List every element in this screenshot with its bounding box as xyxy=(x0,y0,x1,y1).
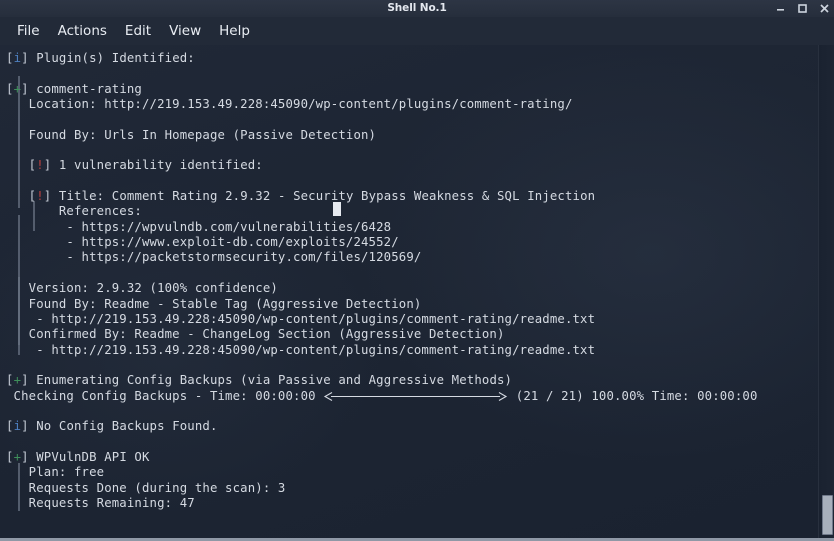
menu-item-file[interactable]: File xyxy=(8,21,49,41)
terminal-line: References: xyxy=(6,204,758,219)
terminal-line: Location: http://219.153.49.228:45090/wp… xyxy=(6,97,758,112)
terminal-line-text: comment-rating xyxy=(28,81,142,96)
terminal-line: [i] No Config Backups Found. xyxy=(6,419,758,434)
terminal-line-text: Requests Remaining: 47 xyxy=(6,495,195,510)
terminal-output-area[interactable]: [i] Plugin(s) Identified: [+] comment-ra… xyxy=(0,45,834,541)
terminal-line-text: Requests Done (during the scan): 3 xyxy=(6,480,286,495)
scrollbar-thumb[interactable] xyxy=(822,495,833,535)
marker-bracket: ] xyxy=(21,51,29,65)
marker-glyph-plus: + xyxy=(13,373,22,388)
terminal-line: - https://packetstormsecurity.com/files/… xyxy=(6,250,758,265)
terminal-line-text: References: xyxy=(6,204,142,219)
marker-glyph-warn: ! xyxy=(36,158,44,173)
terminal-window: Shell No.1 File Actions Edit View Help [… xyxy=(0,0,834,541)
terminal-line-text: Found By: Readme - Stable Tag (Aggressiv… xyxy=(6,296,422,311)
marker-glyph-info: i xyxy=(13,51,22,65)
close-icon[interactable] xyxy=(819,3,830,14)
terminal-line: [+] Enumerating Config Backups (via Pass… xyxy=(6,373,758,388)
marker-bracket: ] xyxy=(21,449,29,464)
menu-item-help[interactable]: Help xyxy=(210,21,259,41)
terminal-line: Checking Config Backups - Time: 00:00:00… xyxy=(6,389,758,404)
terminal-line-text: Plugin(s) Identified: xyxy=(28,51,195,65)
terminal-line-text: Confirmed By: Readme - ChangeLog Section… xyxy=(6,327,505,342)
terminal-line-text: 1 vulnerability identified: xyxy=(51,158,263,173)
marker-glyph-plus: + xyxy=(13,449,22,464)
menu-item-actions[interactable]: Actions xyxy=(49,21,116,41)
text-cursor xyxy=(333,202,341,216)
window-controls xyxy=(775,0,830,17)
terminal-line: Requests Done (during the scan): 3 xyxy=(6,481,758,496)
terminal-line: - https://www.exploit-db.com/exploits/24… xyxy=(6,235,758,250)
marker-glyph-warn: ! xyxy=(36,189,44,204)
terminal-line-text: - https://www.exploit-db.com/exploits/24… xyxy=(6,235,399,250)
terminal-line: Version: 2.9.32 (100% confidence) xyxy=(6,281,758,296)
terminal-line: Requests Remaining: 47 xyxy=(6,496,758,511)
progress-bar xyxy=(323,391,508,402)
maximize-icon[interactable] xyxy=(797,3,808,14)
terminal-line: [i] Plugin(s) Identified: xyxy=(6,51,758,66)
terminal-line-text: Plan: free xyxy=(6,465,105,480)
terminal-line: [+] WPVulnDB API OK xyxy=(6,450,758,465)
terminal-line: [!] 1 vulnerability identified: xyxy=(6,158,758,173)
terminal-line-text: Version: 2.9.32 (100% confidence) xyxy=(6,281,278,296)
marker-glyph-plus: + xyxy=(13,81,22,96)
terminal-line-text: Location: http://219.153.49.228:45090/wp… xyxy=(6,97,573,112)
terminal-line-text: - https://packetstormsecurity.com/files/… xyxy=(6,250,422,265)
window-titlebar[interactable]: Shell No.1 xyxy=(0,0,834,17)
marker-bracket: [ xyxy=(6,51,14,65)
menu-item-view[interactable]: View xyxy=(160,21,210,41)
terminal-line-text: Checking Config Backups - Time: 00:00:00… xyxy=(6,388,758,403)
terminal-line: - https://wpvulndb.com/vulnerabilities/6… xyxy=(6,220,758,235)
terminal-line: [!] Title: Comment Rating 2.9.32 - Secur… xyxy=(6,189,758,204)
terminal-line-text: Found By: Urls In Homepage (Passive Dete… xyxy=(6,127,377,142)
vertical-scrollbar[interactable] xyxy=(818,45,834,541)
marker-bracket: ] xyxy=(21,373,29,388)
terminal-line: Plan: free xyxy=(6,465,758,480)
terminal-line-text: - http://219.153.49.228:45090/wp-content… xyxy=(6,311,596,326)
marker-glyph-info: i xyxy=(13,419,22,434)
marker-bracket: [ xyxy=(6,373,14,388)
marker-bracket: [ xyxy=(6,449,14,464)
terminal-line-text: - http://219.153.49.228:45090/wp-content… xyxy=(6,342,596,357)
terminal-line: - http://219.153.49.228:45090/wp-content… xyxy=(6,343,758,358)
terminal-line-text: Title: Comment Rating 2.9.32 - Security … xyxy=(51,189,596,204)
terminal-line: Found By: Readme - Stable Tag (Aggressiv… xyxy=(6,297,758,312)
minimize-icon[interactable] xyxy=(775,3,786,14)
menu-item-edit[interactable]: Edit xyxy=(116,21,160,41)
marker-bracket: [ xyxy=(6,81,14,96)
marker-bracket: ] xyxy=(21,419,29,434)
terminal-line: Confirmed By: Readme - ChangeLog Section… xyxy=(6,327,758,342)
terminal-line: [+] comment-rating xyxy=(6,82,758,97)
terminal-line-text: WPVulnDB API OK xyxy=(28,449,150,464)
terminal-line: Found By: Urls In Homepage (Passive Dete… xyxy=(6,128,758,143)
menu-bar: File Actions Edit View Help xyxy=(0,17,834,45)
terminal-line-text: - https://wpvulndb.com/vulnerabilities/6… xyxy=(6,219,392,234)
terminal-text: [i] Plugin(s) Identified: [+] comment-ra… xyxy=(0,45,758,511)
marker-bracket: [ xyxy=(6,419,14,434)
terminal-line-text: No Config Backups Found. xyxy=(28,419,218,434)
marker-bracket: ] xyxy=(21,81,29,96)
terminal-line: - http://219.153.49.228:45090/wp-content… xyxy=(6,312,758,327)
window-title: Shell No.1 xyxy=(387,2,447,14)
terminal-line-text: Enumerating Config Backups (via Passive … xyxy=(28,373,513,388)
